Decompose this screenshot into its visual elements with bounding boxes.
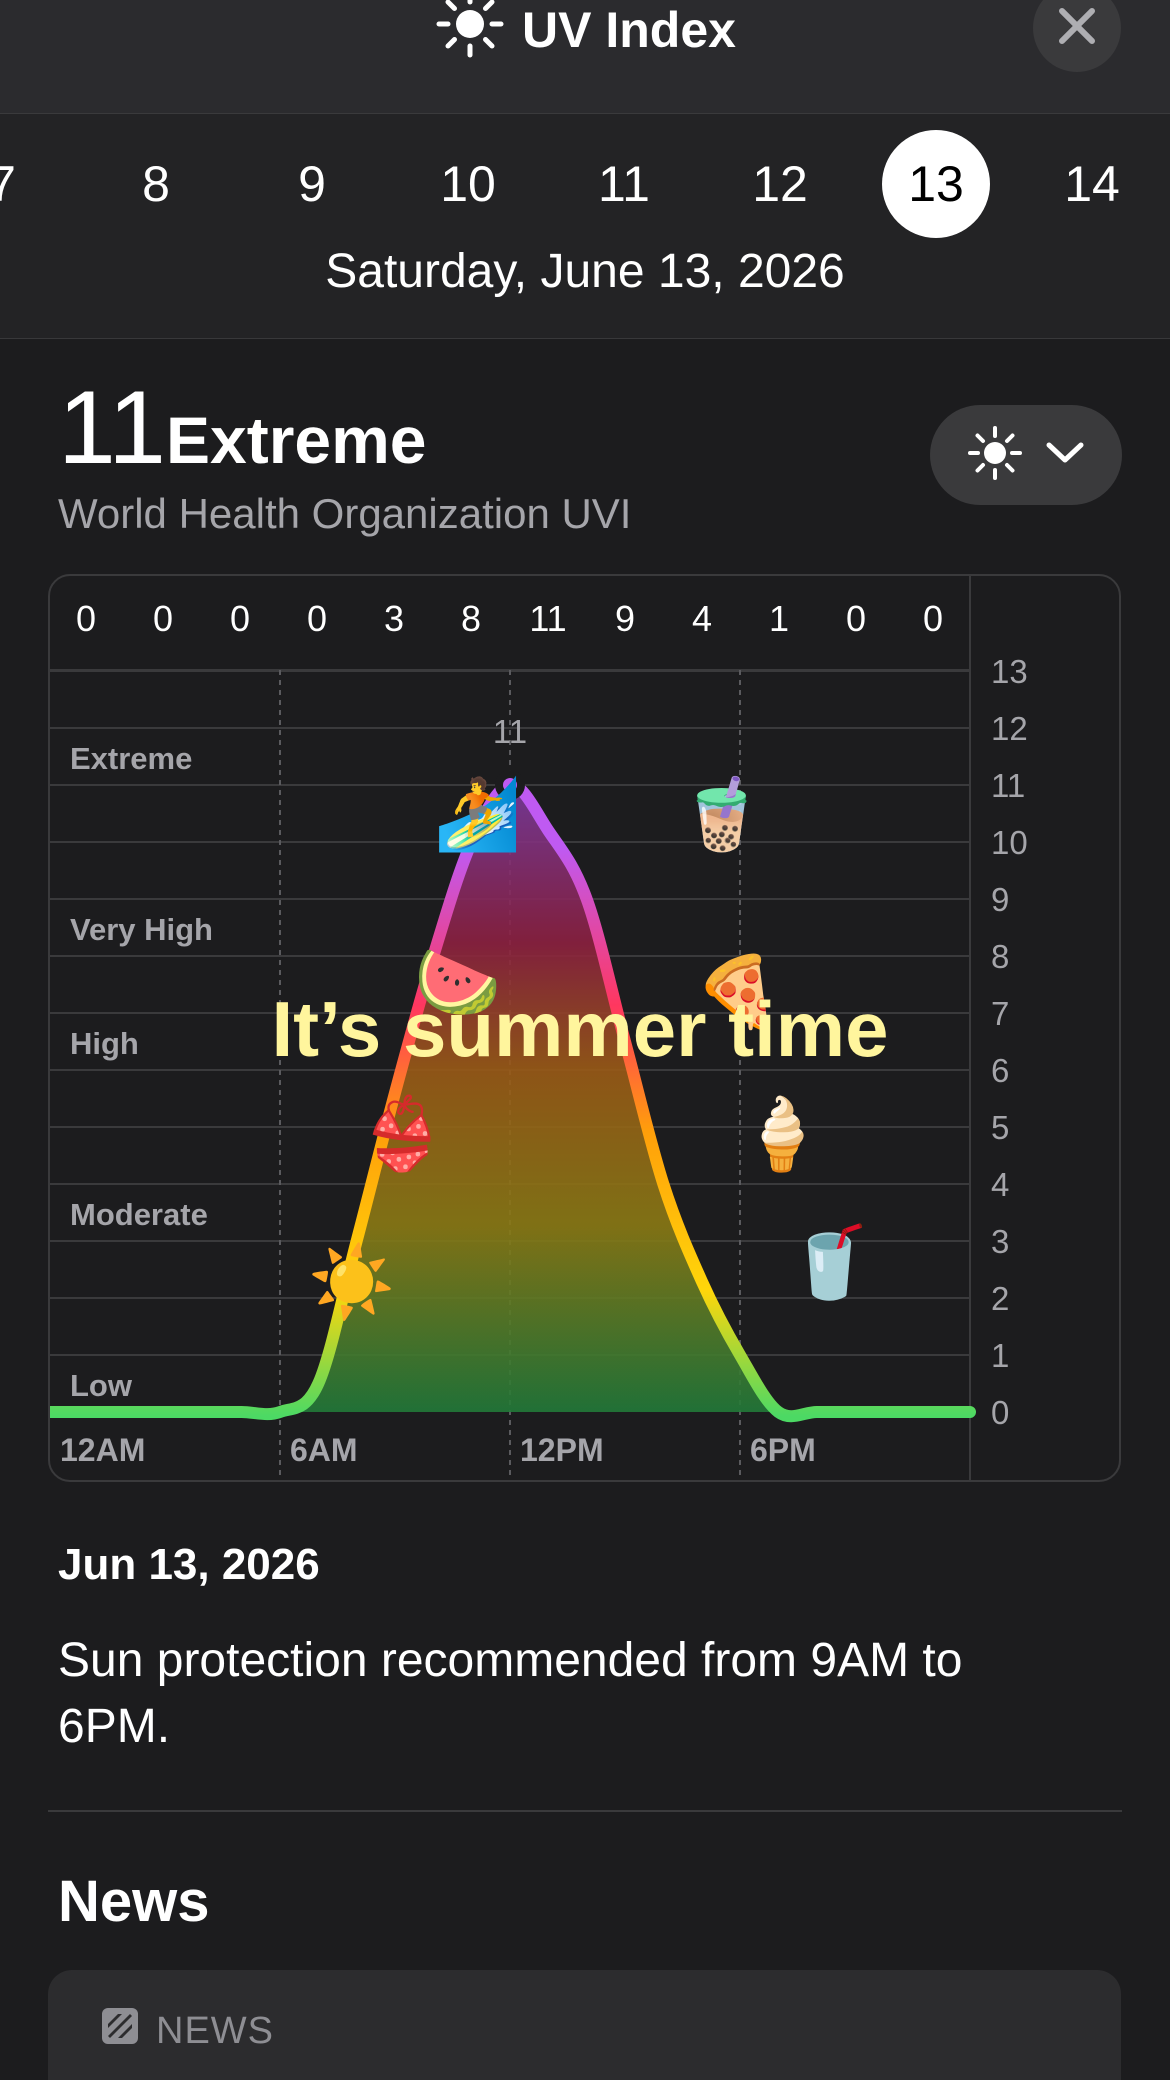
uv-chart-canvas: 01234567891011121312AM 6AM 12PM 6PM0 0 0 0 3 8 11… <box>50 576 1028 1480</box>
overlay-caption: It’s summer time <box>272 985 889 1073</box>
y-tick-label: 7 <box>991 995 1009 1032</box>
news-card[interactable]: NEWS <box>48 1970 1121 2080</box>
day-14[interactable]: 14 <box>1038 130 1146 238</box>
header-title-text: UV Index <box>522 2 736 58</box>
uv-area-fill <box>50 784 970 1417</box>
day-10[interactable]: 10 <box>414 130 522 238</box>
day-7[interactable]: 7 <box>0 130 56 238</box>
x-tick-label: 6PM <box>750 1432 816 1468</box>
hourly-uv-label: 11 <box>529 598 566 639</box>
x-tick-label: 6AM <box>290 1432 358 1468</box>
y-tick-label: 11 <box>991 767 1025 804</box>
day-8[interactable]: 8 <box>102 130 210 238</box>
y-tick-label: 2 <box>991 1280 1009 1317</box>
sun-protection-advice: Sun protection recommended from 9AM to 6… <box>58 1634 963 1753</box>
peak-value-label: 11 <box>493 713 527 750</box>
y-tick-label: 8 <box>991 938 1009 975</box>
x-tick-label: 12AM <box>60 1432 145 1468</box>
day-13-selected[interactable]: 13 <box>882 130 990 238</box>
emoji-sticker: ☀️ <box>308 1240 395 1324</box>
selected-full-date: Saturday, June 13, 2026 <box>325 245 845 298</box>
detail-date: Jun 13, 2026 <box>58 1540 320 1589</box>
sun-icon <box>434 0 506 73</box>
category-label: Extreme <box>70 741 192 776</box>
chevron-down-icon <box>1045 440 1085 471</box>
emoji-sticker: 🥤 <box>786 1221 873 1303</box>
hourly-uv-label: 0 <box>923 598 943 639</box>
close-button[interactable] <box>1033 0 1121 72</box>
uv-chart: 0 1 2 3 4 5 6 7 8 9 10 11 12 13 12AM 6AM 12PM 6PM 0 0 0 0 3 8 11… <box>48 574 1121 1482</box>
hourly-uv-label: 0 <box>230 598 250 639</box>
hourly-uv-label: 9 <box>615 598 635 639</box>
section-divider <box>48 1810 1122 1812</box>
news-section-title: News <box>58 1869 210 1934</box>
uv-current-value: 11 <box>58 370 166 486</box>
y-tick-label: 5 <box>991 1109 1009 1146</box>
uv-current-category: Extreme <box>166 403 427 477</box>
hourly-uv-label: 0 <box>153 598 173 639</box>
hourly-uv-label: 3 <box>384 598 404 639</box>
y-tick-label: 13 <box>991 653 1028 690</box>
emoji-sticker: 🏄 <box>434 773 521 855</box>
hourly-uv-label: 8 <box>461 598 481 639</box>
day-12[interactable]: 12 <box>726 130 834 238</box>
day-9[interactable]: 9 <box>258 130 366 238</box>
header-title: UV Index <box>0 0 1170 60</box>
y-tick-label: 6 <box>991 1052 1009 1089</box>
modal-header: UV Index <box>0 0 1170 114</box>
y-tick-label: 9 <box>991 881 1009 918</box>
y-tick-label: 0 <box>991 1394 1009 1431</box>
y-tick-label: 3 <box>991 1223 1009 1260</box>
hourly-uv-label: 4 <box>692 598 712 639</box>
category-label: Moderate <box>70 1197 208 1232</box>
hourly-uv-label: 0 <box>307 598 327 639</box>
close-icon <box>1056 5 1098 52</box>
y-tick-label: 12 <box>991 710 1028 747</box>
chart-type-menu-button[interactable] <box>930 405 1122 505</box>
uv-source-label: World Health Organization UVI <box>58 490 632 537</box>
uv-index-screen: UV Index 7 8 9 10 11 12 13 14 Saturday, … <box>0 0 1170 2080</box>
category-label: Low <box>70 1368 133 1403</box>
emoji-sticker: 🍦 <box>738 1093 825 1175</box>
emoji-sticker: 👙 <box>358 1092 445 1175</box>
category-label: Very High <box>70 912 213 947</box>
day-11[interactable]: 11 <box>570 130 678 238</box>
day-selector: 7 8 9 10 11 12 13 14 Saturday, June 13, … <box>0 114 1170 339</box>
sun-icon <box>967 425 1023 486</box>
hourly-uv-label: 0 <box>76 598 96 639</box>
hourly-uv-label: 1 <box>769 598 789 639</box>
category-label: High <box>70 1026 139 1061</box>
y-tick-label: 10 <box>991 824 1028 861</box>
news-source-label: NEWS <box>156 2009 274 2052</box>
x-tick-label: 12PM <box>520 1432 604 1468</box>
y-tick-label: 4 <box>991 1166 1009 1203</box>
news-source: NEWS <box>100 2006 274 2056</box>
emoji-sticker: 🧋 <box>678 773 765 855</box>
y-tick-label: 1 <box>991 1337 1009 1374</box>
hourly-uv-label: 0 <box>846 598 866 639</box>
news-icon <box>100 2006 140 2056</box>
